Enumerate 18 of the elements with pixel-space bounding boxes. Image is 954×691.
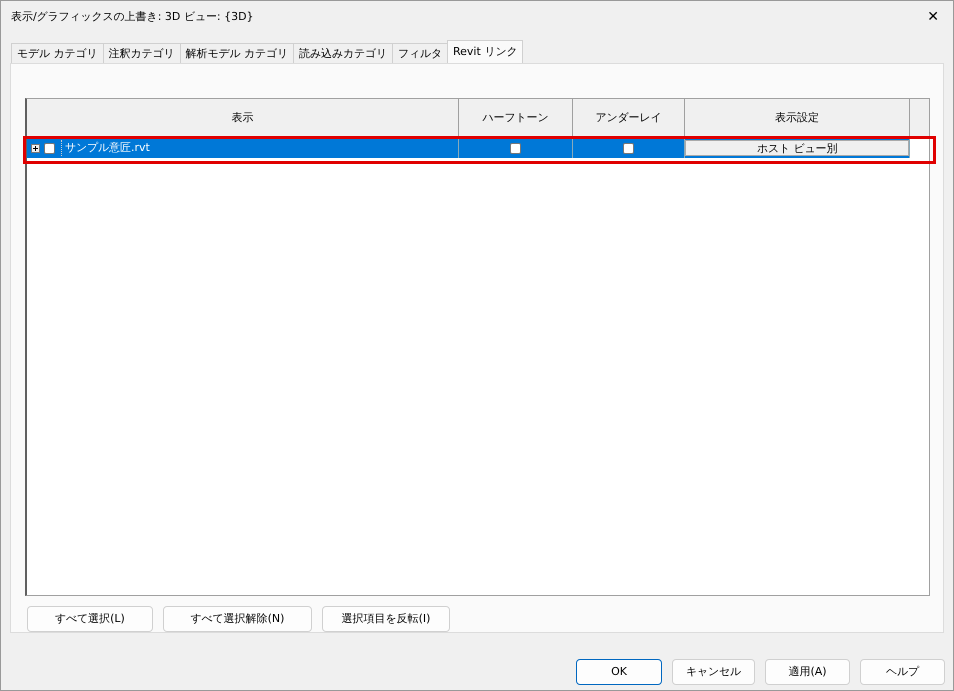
dialog-button[interactable]: 適用(A) <box>765 659 850 685</box>
column-header[interactable]: 表示設定 <box>685 99 910 138</box>
dialog-button[interactable]: キャンセル <box>672 659 755 685</box>
table-row[interactable]: サンプル意匠.rvt ホスト ビュー別 <box>27 138 929 158</box>
tab[interactable]: Revit リンク <box>447 40 524 63</box>
dialog-button[interactable]: ヘルプ <box>860 659 945 685</box>
select-button[interactable]: すべて選択解除(N) <box>163 606 312 632</box>
dialog-button[interactable]: OK <box>576 659 662 685</box>
select-button[interactable]: すべて選択(L) <box>27 606 153 632</box>
column-header[interactable]: ハーフトーン <box>459 99 573 138</box>
select-button[interactable]: 選択項目を反転(I) <box>322 606 450 632</box>
file-name: サンプル意匠.rvt <box>61 140 150 156</box>
display-setting-button[interactable]: ホスト ビュー別 <box>685 140 910 156</box>
column-header[interactable]: 表示 <box>27 99 460 138</box>
column-header[interactable]: アンダーレイ <box>572 99 686 138</box>
tab[interactable]: モデル カテゴリ <box>11 43 104 63</box>
close-button[interactable]: ✕ <box>921 6 945 28</box>
window-title: 表示/グラフィックスの上書き: 3D ビュー: {3D} <box>11 8 254 25</box>
